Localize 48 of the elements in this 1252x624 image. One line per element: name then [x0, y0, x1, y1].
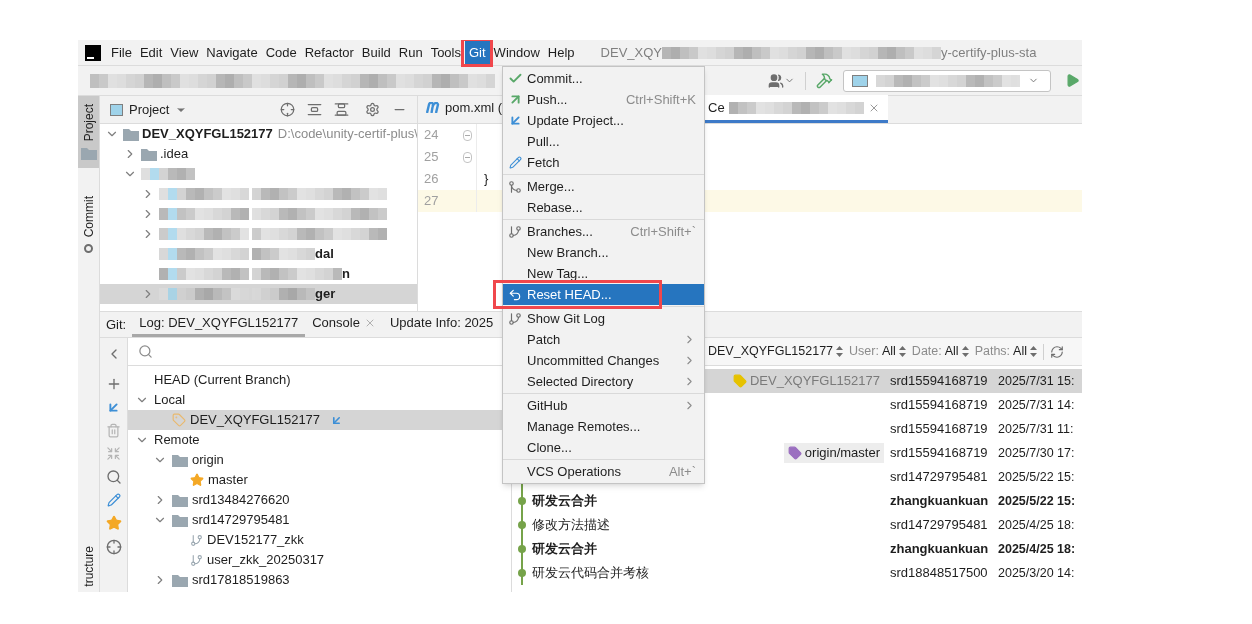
commit-date: 2025/5/22 15: [998, 468, 1076, 486]
branch-label: origin [192, 451, 224, 470]
commit-date: 2025/4/25 18: [998, 516, 1076, 534]
commit-date: 2025/7/31 15: [998, 372, 1076, 390]
commit-date: 2025/4/25 18: [998, 540, 1077, 558]
window-title: DEV_XQY [600, 43, 663, 62]
line-number: 27 [423, 192, 440, 211]
commit-author: zhangkuankuan [890, 540, 990, 559]
branch-label: DEV_XQYFGL152177 [190, 411, 321, 430]
commit-date: 2025/5/22 15: [998, 492, 1077, 510]
commit-subject: 研发云合并 [532, 541, 597, 557]
commit-author: srd15594168719 [890, 396, 989, 415]
window-title: y-certify-plus-sta [941, 43, 1037, 62]
line-number: 25 [423, 148, 440, 167]
commit-author: srd15594168719 [890, 444, 989, 463]
branch-label: srd17818519863 [192, 571, 290, 590]
commit-author: zhangkuankuan [890, 492, 990, 511]
project-path: D:\code\unity-certif-plus\ [277, 125, 417, 144]
commit-author: srd15594168719 [890, 372, 989, 391]
branch-label: DEV_XQYFGL152177 [728, 371, 884, 391]
commit-subject: 研发云合并 [532, 493, 597, 509]
branch-label: DEV152177_zkk [207, 531, 304, 550]
branch-label: HEAD (Current Branch) [154, 371, 291, 390]
commit-author: srd14729795481 [890, 468, 989, 487]
branch-label: master [208, 471, 248, 490]
commit-date: 2025/7/31 11: [998, 420, 1075, 438]
tree-label: dal [315, 245, 334, 264]
branch-label: Remote [154, 431, 200, 450]
branch-label: Local [154, 391, 186, 410]
panel-label: Git: [106, 315, 127, 334]
line-number: 24 [423, 126, 440, 145]
commit-date: 2025/7/31 14: [998, 396, 1076, 414]
tree-label: n [342, 265, 350, 284]
commit-author: srd15594168719 [890, 420, 989, 439]
tree-label: DEV_XQYFGL152177 [142, 125, 273, 144]
commit-date: 2025/3/20 14: [998, 564, 1076, 582]
commit-date: 2025/7/30 17: [998, 444, 1076, 462]
commit-author: srd14729795481 [890, 516, 989, 535]
line-number: 26 [423, 170, 440, 189]
branch-label: user_zkk_20250317 [207, 551, 325, 570]
tree-label: ger [315, 285, 336, 304]
tree-label: .idea [160, 145, 189, 164]
branch-label: srd13484276620 [192, 491, 290, 510]
branch-label: srd14729795481 [192, 511, 290, 530]
commit-subject: 修改方法描述 [532, 517, 610, 533]
commit-author: srd18848517500 [890, 564, 989, 583]
branch-label: origin/master [783, 443, 884, 463]
commit-subject: 研发云代码合并考核 [532, 565, 649, 581]
